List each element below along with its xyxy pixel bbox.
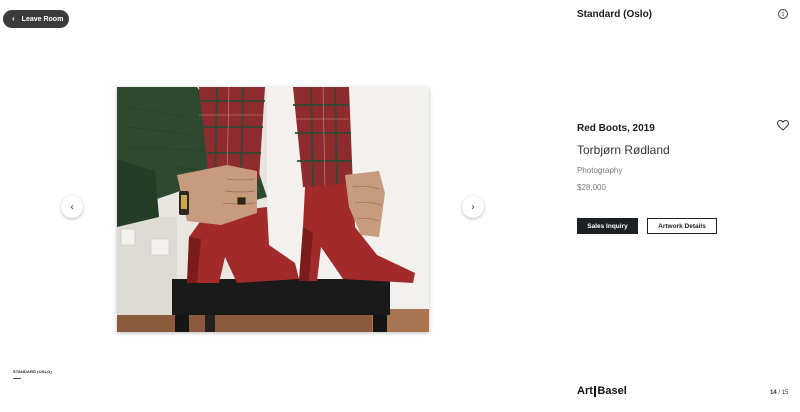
artwork-image	[117, 87, 429, 332]
artwork-price: $28,000	[577, 183, 606, 192]
artwork-title: Red Boots, 2019	[577, 123, 655, 134]
logo-art-text: Art	[577, 385, 593, 397]
chevron-left-icon: ‹	[70, 201, 74, 213]
info-icon[interactable]: i	[778, 9, 788, 19]
pagination: 14 / 15	[770, 390, 788, 396]
leave-room-button[interactable]: ‹ Leave Room	[3, 10, 69, 28]
previous-artwork-button[interactable]: ‹	[61, 196, 83, 218]
artwork-details-button[interactable]: Artwork Details	[647, 218, 717, 234]
heart-icon[interactable]	[777, 120, 789, 131]
sales-inquiry-button[interactable]: Sales Inquiry	[577, 218, 638, 234]
artist-name: Torbjørn Rødland	[577, 143, 670, 157]
chevron-left-icon: ‹	[12, 14, 15, 23]
art-basel-logo: Art Basel	[577, 385, 627, 397]
gallery-name[interactable]: Standard (Oslo)	[577, 9, 652, 20]
footer-gallery-name: STANDARD (OSLO)	[13, 369, 52, 374]
artwork-medium: Photography	[577, 166, 623, 175]
logo-basel-text: Basel	[597, 385, 627, 397]
chevron-right-icon: ›	[471, 201, 475, 213]
footer-divider	[13, 378, 21, 379]
page-total: 15	[781, 390, 789, 396]
logo-divider	[594, 385, 596, 397]
leave-room-label: Leave Room	[21, 15, 64, 23]
next-artwork-button[interactable]: ›	[462, 196, 484, 218]
artwork-photo	[117, 87, 429, 332]
page-current: 14	[770, 390, 777, 396]
